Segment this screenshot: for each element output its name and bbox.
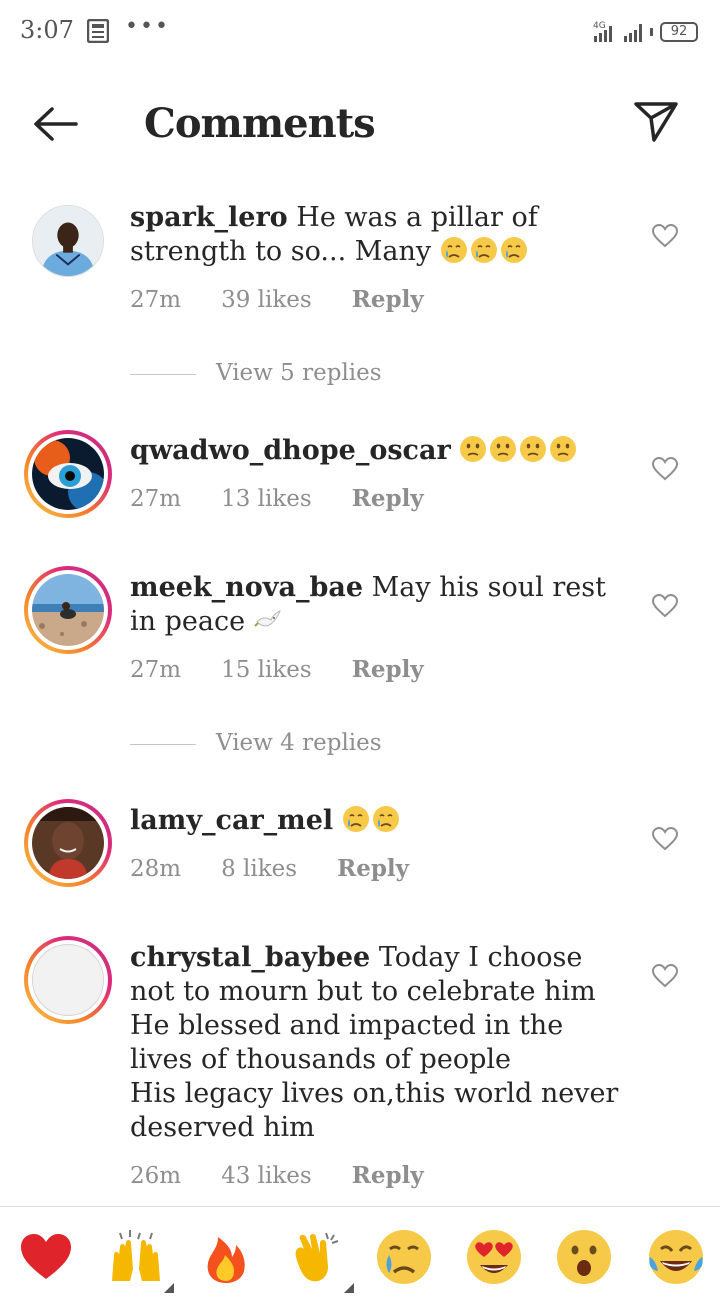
confused-face-emoji (520, 436, 547, 462)
arrow-left-icon[interactable] (30, 104, 82, 144)
comments-header: Comments (0, 62, 720, 182)
page-title: Comments (144, 100, 376, 147)
comment-time: 27m (130, 287, 182, 313)
red-heart-icon[interactable] (16, 1227, 76, 1287)
crying-face-emoji (372, 806, 399, 832)
paper-plane-icon[interactable] (632, 98, 680, 146)
raising-hands-icon[interactable] (106, 1227, 174, 1293)
heart-icon[interactable] (652, 594, 678, 618)
comment-username[interactable]: spark_lero (130, 202, 288, 233)
heart-icon[interactable] (652, 224, 678, 248)
fire-icon[interactable] (196, 1227, 256, 1287)
replies-divider (130, 743, 196, 745)
avatar-image (32, 574, 104, 646)
comment-time: 27m (130, 657, 182, 683)
status-bar: 3:07 ••• 4G 92 (0, 0, 720, 62)
signal-icon: 4G (593, 21, 653, 42)
more-notifications: ••• (125, 14, 170, 39)
comment-likes[interactable]: 15 likes (221, 657, 312, 683)
comment-text: chrystal_baybee Today I choose not to mo… (130, 941, 630, 1145)
comment-time: 26m (130, 1163, 182, 1189)
comment-likes[interactable]: 39 likes (221, 287, 312, 313)
comment-likes[interactable]: 13 likes (221, 486, 312, 512)
view-replies-label: View 5 replies (216, 360, 382, 386)
reply-button[interactable]: Reply (352, 1162, 424, 1189)
comment-time: 27m (130, 486, 182, 512)
comment-text: lamy_car_mel (130, 804, 630, 838)
network-type: 4G (593, 21, 606, 31)
reply-button[interactable]: Reply (352, 656, 424, 683)
reply-button[interactable]: Reply (352, 286, 424, 313)
avatar-image (32, 944, 104, 1016)
reply-button[interactable]: Reply (352, 485, 424, 512)
reply-button[interactable]: Reply (337, 855, 409, 882)
avatar[interactable] (32, 205, 104, 277)
comment-likes[interactable]: 43 likes (221, 1163, 312, 1189)
battery-icon: 92 (660, 22, 698, 42)
quick-reaction-bar (0, 1206, 720, 1309)
view-replies-button[interactable]: View 4 replies (130, 730, 382, 756)
comment-text: spark_lero He was a pillar of strength t… (130, 201, 630, 269)
comment-text: meek_nova_bae May his soul rest in peace (130, 571, 630, 639)
crying-face-emoji (342, 806, 369, 832)
confused-face-emoji (550, 436, 577, 462)
comment-text: qwadwo_dhope_oscar (130, 434, 630, 468)
heart-eyes-icon[interactable] (464, 1227, 524, 1287)
comment-username[interactable]: chrystal_baybee (130, 942, 370, 973)
replies-divider (130, 373, 196, 375)
status-time: 3:07 (20, 16, 74, 44)
avatar[interactable] (24, 430, 112, 518)
comment-meta: 27m 15 likes Reply (130, 656, 464, 683)
skin-tone-indicator (164, 1283, 174, 1293)
crying-face-icon[interactable] (374, 1227, 434, 1287)
crying-face-emoji (440, 237, 467, 263)
comment-meta: 26m 43 likes Reply (130, 1162, 464, 1189)
avatar-image (32, 438, 108, 512)
dove-emoji (253, 610, 281, 627)
confused-face-emoji (490, 436, 517, 462)
comment-username[interactable]: lamy_car_mel (130, 805, 333, 836)
comment-username[interactable]: meek_nova_bae (130, 572, 363, 603)
comment-meta: 27m 13 likes Reply (130, 485, 464, 512)
avatar-image (33, 206, 103, 276)
avatar[interactable] (24, 799, 112, 887)
comment-meta: 28m 8 likes Reply (130, 855, 449, 882)
heart-icon[interactable] (652, 457, 678, 481)
crying-face-emoji (500, 237, 527, 263)
clapping-hands-icon[interactable] (286, 1227, 354, 1293)
avatar-image (32, 807, 104, 879)
heart-icon[interactable] (652, 827, 678, 851)
comment-username[interactable]: qwadwo_dhope_oscar (130, 435, 451, 466)
open-mouth-face-icon[interactable] (554, 1227, 614, 1287)
avatar[interactable] (24, 936, 112, 1024)
view-replies-label: View 4 replies (216, 730, 382, 756)
tears-of-joy-icon[interactable] (646, 1227, 706, 1287)
comment-likes[interactable]: 8 likes (221, 856, 297, 882)
skin-tone-indicator (344, 1283, 354, 1293)
heart-icon[interactable] (652, 964, 678, 988)
comment-time: 28m (130, 856, 182, 882)
comment-meta: 27m 39 likes Reply (130, 286, 464, 313)
crying-face-emoji (470, 237, 497, 263)
avatar[interactable] (24, 566, 112, 654)
view-replies-button[interactable]: View 5 replies (130, 360, 382, 386)
news-icon (87, 19, 109, 43)
confused-face-emoji (460, 436, 487, 462)
